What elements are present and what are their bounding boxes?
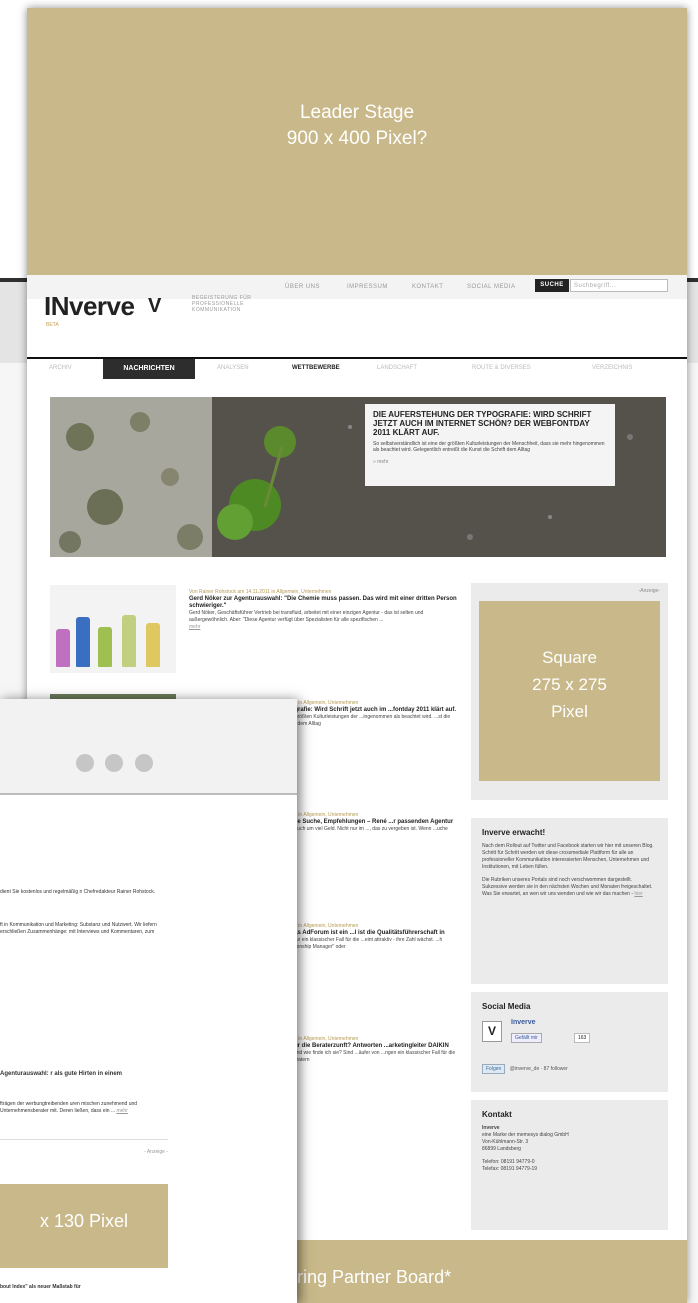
cat-tab-route[interactable]: ROUTE & DIVERSES	[472, 365, 531, 371]
kontakt-name: Inverve	[482, 1125, 500, 1131]
square-ad-placeholder[interactable]: Square 275 x 275 Pixel	[479, 601, 660, 781]
overlay-article-title[interactable]: Agenturauswahl: r als gute Hirten in ein…	[0, 1071, 150, 1078]
article-title[interactable]: ...pografie: Wird Schrift jetzt auch im …	[282, 707, 456, 713]
like-count: 163	[574, 1033, 591, 1043]
nav-link-ueber-uns[interactable]: ÜBER UNS	[285, 284, 320, 290]
article-title[interactable]: ...ll für die Beraterzunft? Antworten ..…	[282, 1043, 449, 1049]
article-meta: ...2011 in Allgemein, Unternehmen	[282, 700, 359, 706]
kontakt-phone: Telefon: 08191 94779-0	[482, 1159, 535, 1165]
erwacht-title: Inverve erwacht!	[482, 828, 546, 837]
search-button[interactable]: SUCHE	[535, 279, 569, 292]
category-navigation: ARCHIV NACHRICHTEN ANALYSEN WETTBEWERBE …	[27, 357, 687, 379]
sidebar-kontakt: Kontakt Inverve eine Marke der memesys d…	[471, 1100, 668, 1230]
overlay-text-2: ft in Kommunikation und Marketing: Subst…	[0, 922, 157, 935]
social-icon[interactable]	[135, 754, 153, 772]
cat-tab-archiv[interactable]: ARCHIV	[49, 365, 72, 371]
sidebar-erwacht: Inverve erwacht! Nach dem Rollout auf Tw…	[471, 818, 668, 984]
twitter-handle[interactable]: @inverve_de · 87 follower	[507, 1065, 571, 1073]
article-title[interactable]: Gerd Nöker zur Agenturauswahl: "Die Chem…	[189, 596, 457, 609]
square-line2: 275 x 275	[532, 675, 607, 694]
cat-tab-verzeichnis[interactable]: VERZEICHNIS	[592, 365, 632, 371]
divider	[0, 1139, 168, 1140]
article-excerpt: ...em auch um viel Geld. Nicht nur im ..…	[282, 826, 448, 839]
facebook-like-button[interactable]: Gefällt mir	[511, 1033, 542, 1043]
article-meta: ...2011 in Allgemein, Unternehmen	[282, 812, 359, 818]
site-logo[interactable]: INverve	[44, 291, 135, 322]
erwacht-text-1: Nach dem Rollout auf Twitter und Faceboo…	[482, 843, 654, 870]
sidebar-social-media: Social Media V Inverve Gefällt mir 163 F…	[471, 992, 668, 1092]
overlay-ad-label: - Anzeige -	[144, 1149, 168, 1155]
square-line1: Square	[542, 648, 597, 667]
cat-tab-nachrichten[interactable]: NACHRICHTEN	[103, 359, 195, 379]
overlay-more-link[interactable]: mehr	[116, 1108, 127, 1114]
hero-more-link[interactable]: » mehr	[373, 459, 607, 465]
erwacht-hier-link[interactable]: hier	[634, 891, 642, 897]
article-item: Von Rainer Rohstock am 14.11.2011 in All…	[189, 589, 457, 631]
ad-label: -Anzeige-	[638, 588, 660, 594]
hero-teaser-box: DIE AUFERSTEHUNG DER TYPOGRAFIE: WIRD SC…	[365, 404, 615, 486]
social-page-name[interactable]: Inverve	[511, 1019, 536, 1026]
kontakt-address: Inverve eine Marke der memesys dialog Gm…	[482, 1125, 657, 1153]
nav-link-kontakt[interactable]: KONTAKT	[412, 284, 443, 290]
article-meta: Von Rainer Rohstock am 14.11.2011 in All…	[189, 589, 332, 595]
cat-tab-landschaft[interactable]: LANDSCHAFT	[377, 365, 417, 371]
sidebar-ad: -Anzeige- Square 275 x 275 Pixel	[471, 583, 668, 800]
article-excerpt: ...gentur ein klassischer Fall für die .…	[282, 937, 443, 950]
cat-tab-wettbewerbe[interactable]: WETTBEWERBE	[292, 365, 340, 371]
social-icon[interactable]	[105, 754, 123, 772]
kontakt-title: Kontakt	[482, 1110, 512, 1119]
overlay-bottom-title[interactable]: bout Index" als neuer Maßstab für	[0, 1284, 170, 1291]
article-title[interactable]: ...sche Suche, Empfehlungen – René ...r …	[282, 819, 453, 825]
cat-tab-analysen[interactable]: ANALYSEN	[217, 365, 249, 371]
leader-line2: 900 x 400 Pixel?	[286, 128, 428, 149]
article-excerpt: ...e? Und wie finde ich sie? Sind ...äuf…	[282, 1050, 456, 1063]
article-excerpt: Gerd Nöker, Geschäftsführer Vertrieb bei…	[189, 610, 424, 623]
leader-line1: Leader Stage	[299, 102, 415, 123]
erwacht-text-2: Die Rubriken unseres Portals sind noch v…	[482, 877, 653, 897]
inverve-logo-icon: V	[482, 1021, 502, 1042]
social-title: Social Media	[482, 1002, 531, 1011]
article-item: ...2011 in Allgemein, Unternehmen ...ll …	[282, 1036, 458, 1071]
hero-title[interactable]: DIE AUFERSTEHUNG DER TYPOGRAFIE: WIRD SC…	[373, 410, 607, 437]
article-item: ...2011 in Allgemein, Unternehmen ...sch…	[282, 812, 458, 847]
article-meta: ...2011 in Allgemein, Unternehmen	[282, 1036, 359, 1042]
kontakt-line: eine Marke der memesys dialog GmbH	[482, 1132, 569, 1138]
search-input[interactable]: Suchbegriff...	[570, 279, 668, 292]
kontakt-line: Von-Kühlmann-Str. 3	[482, 1139, 529, 1145]
kontakt-fax: Telefax: 08191 94779-19	[482, 1166, 538, 1172]
nav-link-impressum[interactable]: IMPRESSUM	[347, 284, 388, 290]
article-thumbnail[interactable]	[50, 585, 176, 673]
twitter-follow: Folgen @inverve_de · 87 follower	[482, 1064, 571, 1074]
kontakt-line: 86899 Landsberg	[482, 1146, 521, 1152]
overlay-article-text: fträgen der werbungtreibenden uren misch…	[0, 1101, 138, 1114]
article-title[interactable]: ..."Das AdForum ist ein ...l ist die Qua…	[282, 930, 445, 936]
article-item: ...2011 in Allgemein, Unternehmen ..."Da…	[282, 923, 458, 958]
article-item: ...2011 in Allgemein, Unternehmen ...pog…	[282, 700, 458, 735]
overlay-ad-placeholder[interactable]: x 130 Pixel	[0, 1184, 168, 1268]
twitter-follow-button[interactable]: Folgen	[482, 1064, 506, 1074]
logo-mark-icon: V	[148, 295, 162, 317]
nav-link-social-media[interactable]: SOCIAL MEDIA	[467, 284, 515, 290]
article-meta: ...2011 in Allgemein, Unternehmen	[282, 923, 359, 929]
hero-banner[interactable]: DIE AUFERSTEHUNG DER TYPOGRAFIE: WIRD SC…	[50, 397, 666, 557]
kontakt-phone-block: Telefon: 08191 94779-0 Telefax: 08191 94…	[482, 1159, 657, 1173]
overlay-text-1: dient Sie kostenlos und regelmäßig n Che…	[0, 889, 156, 895]
beta-badge: BETA	[46, 322, 59, 328]
hero-teaser-text: So selbstverständlich ist eine der größt…	[373, 441, 605, 453]
article-more-link[interactable]: mehr	[189, 624, 200, 630]
article-excerpt: ...der größten Kulturleistungen der ...i…	[282, 714, 451, 727]
leader-ad-placeholder[interactable]: Leader Stage 900 x 400 Pixel?	[27, 8, 687, 275]
overlay-header	[0, 699, 297, 795]
logo-tagline: BEGEISTERUNG FÜR PROFESSIONELLE KOMMUNIK…	[192, 295, 252, 313]
social-icon[interactable]	[76, 754, 94, 772]
overlay-page-screenshot: dient Sie kostenlos und regelmäßig n Che…	[0, 699, 297, 1303]
square-line3: Pixel	[551, 702, 588, 721]
